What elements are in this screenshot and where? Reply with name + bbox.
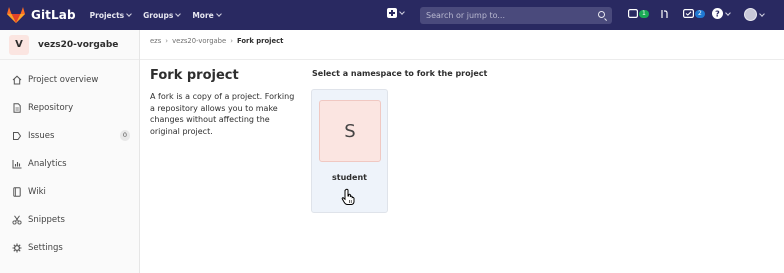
breadcrumb: ezs › vezs20-vorgabe › Fork project <box>150 37 283 45</box>
breadcrumb-current[interactable]: Fork project <box>237 37 283 45</box>
plus-icon <box>387 8 397 18</box>
book-icon <box>13 187 21 197</box>
groups-label: Groups <box>143 10 174 20</box>
user-menu[interactable] <box>744 8 765 21</box>
todo-icon <box>628 9 638 18</box>
help-dropdown[interactable]: ? <box>712 8 731 19</box>
issues-check-icon <box>683 9 694 18</box>
namespace-card-student[interactable]: S student <box>311 89 388 213</box>
todo-count-badge: 1 <box>639 9 649 18</box>
home-icon <box>12 75 22 85</box>
breadcrumb-group-link[interactable]: ezs <box>150 37 161 45</box>
sidebar-item-settings[interactable]: Settings <box>0 238 140 258</box>
merge-requests-button[interactable] <box>660 9 670 19</box>
sidebar-item-label: Snippets <box>28 215 65 225</box>
sidebar-item-label: Settings <box>28 243 63 253</box>
chevron-down-icon <box>126 11 132 17</box>
projects-menu[interactable]: Projects <box>90 11 132 20</box>
groups-menu[interactable]: Groups <box>143 10 182 20</box>
namespace-heading: Select a namespace to fork the project <box>312 69 488 78</box>
sidebar-item-wiki[interactable]: Wiki <box>0 182 140 202</box>
issues-count-badge: 0 <box>119 130 130 141</box>
page-description: A fork is a copy of a project. Forking a… <box>150 92 295 136</box>
merge-request-icon <box>661 10 668 18</box>
sidebar-item-repository[interactable]: Repository <box>0 98 140 118</box>
sidebar-item-analytics[interactable]: Analytics <box>0 154 140 174</box>
doc-icon <box>13 103 21 113</box>
svg-text:?: ? <box>715 9 720 18</box>
search-input[interactable]: Search or jump to... <box>420 7 612 24</box>
breadcrumb-separator: › <box>230 37 233 45</box>
new-item-dropdown[interactable] <box>387 8 405 18</box>
sidebar-item-label: Wiki <box>28 187 46 197</box>
sidebar-item-label: Repository <box>28 103 74 113</box>
gitlab-logo-icon <box>7 7 25 23</box>
user-avatar <box>744 8 757 21</box>
sidebar-project-header[interactable]: V vezs20-vorgabe <box>0 30 139 60</box>
namespace-avatar[interactable]: S <box>319 100 381 162</box>
brand-name: GitLab <box>31 8 76 22</box>
chevron-down-icon <box>725 9 731 16</box>
project-sidebar: V vezs20-vorgabe Project overview Reposi… <box>0 30 140 273</box>
sidebar-item-label: Analytics <box>28 159 67 169</box>
chart-icon <box>12 160 22 169</box>
breadcrumb-separator: › <box>165 37 169 45</box>
gitlab-home-link[interactable]: GitLab <box>6 6 76 24</box>
chevron-down-icon <box>399 9 405 15</box>
issues-count-badge: 2 <box>695 9 705 18</box>
scissors-icon <box>12 215 22 225</box>
chevron-down-icon <box>175 11 182 17</box>
namespace-name[interactable]: student <box>312 173 387 182</box>
sidebar-item-issues[interactable]: Issues 0 <box>0 126 140 146</box>
more-label: More <box>192 10 214 20</box>
gear-icon <box>12 243 22 253</box>
chevron-down-icon <box>759 10 765 17</box>
sidebar-item-snippets[interactable]: Snippets <box>0 210 140 230</box>
header-divider <box>140 59 784 60</box>
project-name: vezs20-vorgabe <box>38 39 119 50</box>
issues-icon <box>13 132 22 140</box>
todos-button[interactable]: 1 <box>628 9 649 18</box>
sidebar-item-label: Issues <box>28 131 55 141</box>
project-avatar: V <box>9 34 29 55</box>
search-icon <box>598 11 605 18</box>
projects-label: Projects <box>89 10 125 20</box>
help-icon: ? <box>712 8 723 19</box>
breadcrumb-project-link[interactable]: vezs20-vorgabe <box>172 37 226 45</box>
search-placeholder: Search or jump to... <box>426 11 505 20</box>
sidebar-item-project-overview[interactable]: Project overview <box>0 70 140 90</box>
chevron-down-icon <box>215 11 222 17</box>
top-navbar: GitLab Projects Groups More Search or ju… <box>0 0 784 30</box>
more-menu[interactable]: More <box>192 10 222 20</box>
hand-pointer-cursor-icon <box>341 188 355 205</box>
sidebar-item-label: Project overview <box>28 75 99 85</box>
issues-button[interactable]: 2 <box>683 9 705 18</box>
page-title: Fork project <box>150 68 239 83</box>
